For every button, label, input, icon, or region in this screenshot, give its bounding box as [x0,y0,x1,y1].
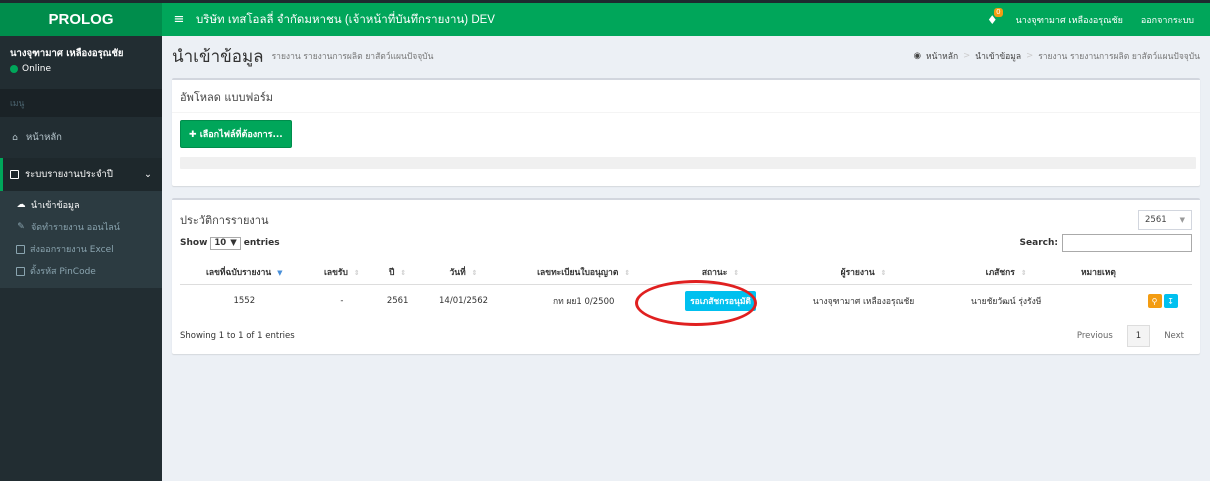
history-title: ประวัติการรายงาน [180,213,269,227]
sidebar-item-label: หน้าหลัก [26,132,62,143]
search-input[interactable] [1062,234,1192,252]
page-title: นำเข้าข้อมูล [172,46,264,66]
pagination: Previous 1 Next [1069,325,1192,347]
cell-note [1066,285,1131,318]
chevron-down-icon: ▼ [1179,215,1185,224]
sidebar-item-label: ระบบรายงานประจำปี [25,169,113,180]
report-icon [10,170,19,179]
topbar-user[interactable]: นางจุฑามาศ เหลืองอรุณชัย [1016,13,1123,27]
page-length-value: 10 [214,238,227,248]
sidebar-item-label: นำเข้าข้อมูล [31,201,80,211]
page-subtitle: รายงาน รายงานการผลิต ยาสัตว์แผนปัจจุบัน [271,52,434,62]
column-header-year[interactable]: ปี ⇕ [375,260,421,285]
edit-icon: ✎ [17,222,25,232]
sidebar: PROLOG นางจุฑามาศ เหลืองอรุณชัย Online เ… [0,0,162,481]
show-label: Show [180,238,208,248]
dashboard-icon: ◉ [913,51,921,61]
sidebar-item-online-report[interactable]: ✎ จัดทำรายงาน ออนไลน์ [0,216,162,238]
user-status: Online [10,64,152,74]
app-logo[interactable]: PROLOG [0,0,162,36]
sidebar-item-import[interactable]: ☁ นำเข้าข้อมูล [0,194,162,216]
column-header-report-no[interactable]: เลขที่ฉบับรายงาน ▼ [180,260,309,285]
column-header-recv-no[interactable]: เลขรับ ⇕ [308,260,376,285]
logout-link[interactable]: ออกจากระบบ [1141,13,1194,27]
sidebar-item-label: ส่งออกรายงาน Excel [30,245,114,255]
search-label: Search: [1019,238,1058,248]
download-icon[interactable]: ↧ [1163,294,1178,308]
key-icon [16,266,25,276]
breadcrumb-import[interactable]: นำเข้าข้อมูล [975,49,1021,63]
column-header-actions [1131,260,1192,285]
menu-header: เมนู [0,89,162,117]
breadcrumb: ◉ หน้าหลัก > นำเข้าข้อมูล > รายงาน รายงา… [914,49,1200,63]
home-icon: ⌂ [12,132,18,143]
company-name: บริษัท เทสโอลลี่ จำกัดมหาชน (เจ้าหน้าที่… [196,13,495,26]
content-header: นำเข้าข้อมูล รายงาน รายงานการผลิต ยาสัตว… [162,36,1210,76]
choose-file-button[interactable]: ✚ เลือกไฟล์ที่ต้องการ... [180,120,292,148]
view-search-icon[interactable]: ⚲ [1147,294,1162,308]
year-select-value: 2561 [1145,214,1167,225]
status-highlight-ring [635,280,757,326]
year-select[interactable]: 2561 ▼ [1138,209,1192,230]
sidebar-item-home[interactable]: ⌂ หน้าหลัก [0,117,162,158]
main-content: นำเข้าข้อมูล รายงาน รายงานการผลิต ยาสัตว… [162,36,1210,354]
topbar-right: ♦ 0 นางจุฑามาศ เหลืองอรุณชัย ออกจากระบบ [987,7,1210,27]
entries-label: entries [243,238,280,248]
table-info: Showing 1 to 1 of 1 entries [180,331,295,341]
cell-pharmacist: นายชัยวัฒน์ รุ่งรังษี [971,297,1042,307]
sidebar-item-export-excel[interactable]: ส่งออกรายงาน Excel [0,238,162,260]
online-dot-icon [10,65,18,73]
user-status-label: Online [22,64,52,74]
previous-button[interactable]: Previous [1069,326,1121,346]
breadcrumb-separator: > [963,51,971,61]
cell-reporter: นางจุฑามาศ เหลืองอรุณชัย [812,297,915,307]
submenu: ☁ นำเข้าข้อมูล ✎ จัดทำรายงาน ออนไลน์ ส่ง… [0,191,162,288]
page-button[interactable]: 1 [1126,325,1151,347]
table-search: Search: [1020,234,1192,252]
breadcrumb-home[interactable]: หน้าหลัก [926,49,958,63]
cell-report-no: 1552 [233,296,256,306]
chevron-down-icon: ▼ [230,238,237,248]
sidebar-user-name: นางจุฑามาศ เหลืองอรุณชัย [10,48,124,59]
notification-badge: 0 [994,7,1003,17]
cloud-upload-icon: ☁ [16,200,26,210]
next-button[interactable]: Next [1156,326,1192,346]
excel-file-icon [16,244,25,254]
cell-date: 14/01/2562 [439,296,489,306]
upload-box: อัพโหลด แบบฟอร์ม ✚ เลือกไฟล์ที่ต้องการ..… [172,78,1200,186]
column-header-note[interactable]: หมายเหตุ [1065,260,1132,285]
cell-recv-no: - [340,296,344,306]
page-length-control: Show 10 ▼ entries [180,236,280,250]
sidebar-item-label: จัดทำรายงาน ออนไลน์ [31,223,120,233]
notification-bell-icon[interactable]: ♦ 0 [987,7,1003,27]
breadcrumb-separator: > [1026,51,1034,61]
cell-year: 2561 [386,296,409,306]
column-header-reporter[interactable]: ผู้รายงาน ⇕ [780,260,947,285]
upload-box-title: อัพโหลด แบบฟอร์ม [172,80,1200,113]
sidebar-item-pincode[interactable]: ตั้งรหัส PinCode [0,260,162,282]
topbar: ≡ บริษัท เทสโอลลี่ จำกัดมหาชน (เจ้าหน้าท… [162,0,1210,36]
sidebar-item-annual-report[interactable]: ระบบรายงานประจำปี ⌄ [0,158,162,191]
column-header-license[interactable]: เลขทะเบียนใบอนุญาต ⇕ [506,260,661,285]
user-panel: นางจุฑามาศ เหลืองอรุณชัย Online [0,36,162,82]
page-length-select[interactable]: 10 ▼ [210,236,241,250]
choose-file-label: เลือกไฟล์ที่ต้องการ... [199,130,283,140]
column-header-date[interactable]: วันที่ ⇕ [420,260,507,285]
history-header: ประวัติการรายงาน 2561 ▼ [172,200,1200,230]
menu-toggle-icon[interactable]: ≡ [162,12,196,27]
plus-icon: ✚ [189,130,197,140]
breadcrumb-current: รายงาน รายงานการผลิต ยาสัตว์แผนปัจจุบัน [1038,52,1200,62]
sidebar-item-label: ตั้งรหัส PinCode [30,267,96,277]
upload-progress-bar [180,157,1196,169]
cell-actions: ⚲ ↧ [1131,285,1192,318]
table-controls: Show 10 ▼ entries Search: [172,230,1200,256]
column-header-pharmacist[interactable]: เภสัชกร ⇕ [946,260,1066,285]
chevron-down-icon: ⌄ [144,169,152,180]
history-box: ประวัติการรายงาน 2561 ▼ Show 10 ▼ entrie… [172,198,1200,354]
